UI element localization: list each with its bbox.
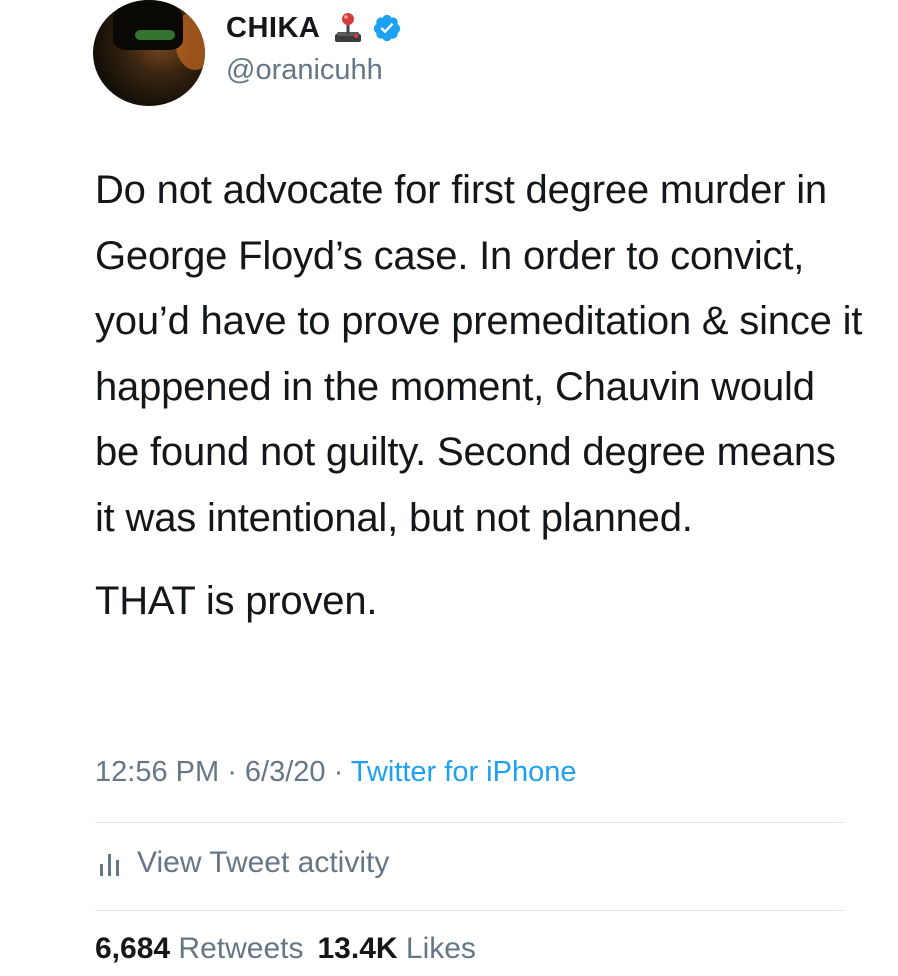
likes-count: 13.4K — [317, 932, 398, 965]
tweet-paragraph: THAT is proven. — [95, 579, 378, 623]
tweet-time[interactable]: 12:56 PM — [95, 756, 219, 788]
tweet-text: Do not advocate for first degree murder … — [95, 158, 865, 635]
divider — [95, 910, 845, 911]
avatar-glasses — [135, 30, 175, 40]
tweet-paragraph: Do not advocate for first degree murder … — [95, 168, 863, 540]
meta-separator: · — [219, 756, 245, 788]
analytics-bars-icon — [97, 848, 123, 878]
author-handle[interactable]: @oranicuhh — [226, 54, 383, 87]
retweets-stat[interactable]: 6,684 Retweets — [95, 932, 303, 965]
verified-badge-icon — [372, 13, 402, 43]
likes-label: Likes — [405, 932, 476, 965]
meta-separator: · — [325, 756, 351, 788]
tweet-stats: 6,684 Retweets 13.4K Likes — [95, 932, 476, 966]
joystick-icon — [332, 12, 364, 44]
avatar[interactable] — [93, 0, 205, 106]
view-tweet-activity-label: View Tweet activity — [137, 846, 390, 879]
retweets-count: 6,684 — [95, 932, 171, 965]
tweet-meta: 12:56 PM · 6/3/20 · Twitter for iPhone — [95, 756, 576, 789]
divider — [95, 822, 845, 823]
author-name-row[interactable]: CHIKA — [226, 8, 402, 48]
avatar-hair — [113, 0, 183, 50]
tweet-source-link[interactable]: Twitter for iPhone — [351, 756, 577, 788]
tweet-date[interactable]: 6/3/20 — [245, 756, 326, 788]
display-name[interactable]: CHIKA — [226, 12, 320, 45]
retweets-label: Retweets — [178, 932, 304, 965]
view-tweet-activity-button[interactable]: View Tweet activity — [97, 846, 389, 880]
tweet-card: CHIKA @oranicuhh Do not advocate for fir… — [0, 0, 898, 976]
likes-stat[interactable]: 13.4K Likes — [317, 932, 475, 965]
